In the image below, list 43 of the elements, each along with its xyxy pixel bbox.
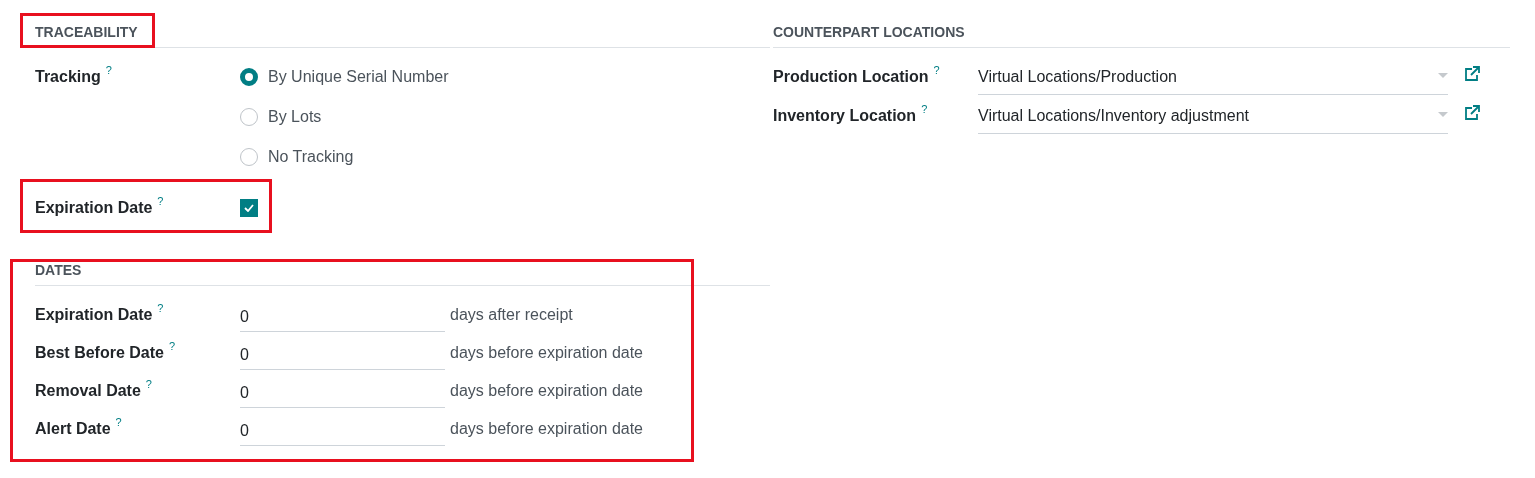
field-label: Inventory Location	[773, 106, 917, 126]
help-mark[interactable]: ?	[115, 414, 122, 431]
location-select[interactable]: Virtual Locations/Inventory adjustment	[978, 104, 1448, 134]
help-mark[interactable]: ?	[157, 300, 164, 317]
help-mark[interactable]: ?	[157, 193, 164, 210]
field-label: Best Before Date	[35, 343, 164, 363]
external-link-icon[interactable]	[1464, 105, 1481, 121]
radio-button[interactable]	[240, 68, 258, 86]
help-mark[interactable]: ?	[921, 101, 928, 118]
select-value: Virtual Locations/Production	[978, 67, 1177, 87]
location-select[interactable]: Virtual Locations/Production	[978, 65, 1448, 95]
unit-label: days after receipt	[450, 305, 573, 325]
checkmark-icon	[244, 204, 254, 212]
unit-label: days before expiration date	[450, 343, 643, 363]
select-value: Virtual Locations/Inventory adjustment	[978, 106, 1249, 126]
help-mark[interactable]: ?	[145, 376, 152, 393]
unit-label: days before expiration date	[450, 381, 643, 401]
field-label: Tracking	[35, 67, 101, 87]
radio-button[interactable]	[240, 108, 258, 126]
help-mark[interactable]: ?	[168, 338, 176, 355]
number-field[interactable]: 0	[240, 379, 445, 408]
unit-label: days before expiration date	[450, 419, 643, 439]
number-field[interactable]: 0	[240, 303, 445, 332]
external-link-icon[interactable]	[1464, 66, 1481, 82]
option-label: By Lots	[268, 107, 322, 127]
caret-icon	[1438, 73, 1448, 78]
field-label: Alert Date	[35, 419, 111, 439]
caret-icon	[1438, 112, 1448, 117]
field-label: Expiration Date	[35, 198, 153, 218]
option-label: No Tracking	[268, 147, 354, 167]
section-heading: DATES	[35, 262, 82, 278]
option-label: By Unique Serial Number	[268, 67, 449, 87]
help-mark[interactable]: ?	[105, 62, 112, 79]
number-field[interactable]: 0	[240, 341, 445, 370]
field-label: Removal Date	[35, 381, 141, 401]
field-label: Expiration Date	[35, 305, 153, 325]
field-label: Production Location	[773, 67, 929, 87]
section-heading: COUNTERPART LOCATIONS	[773, 24, 965, 40]
section-heading: TRACEABILITY	[35, 24, 138, 40]
help-mark[interactable]: ?	[933, 62, 940, 79]
checkbox[interactable]	[240, 199, 258, 217]
radio-button[interactable]	[240, 148, 258, 166]
number-field[interactable]: 0	[240, 417, 445, 446]
